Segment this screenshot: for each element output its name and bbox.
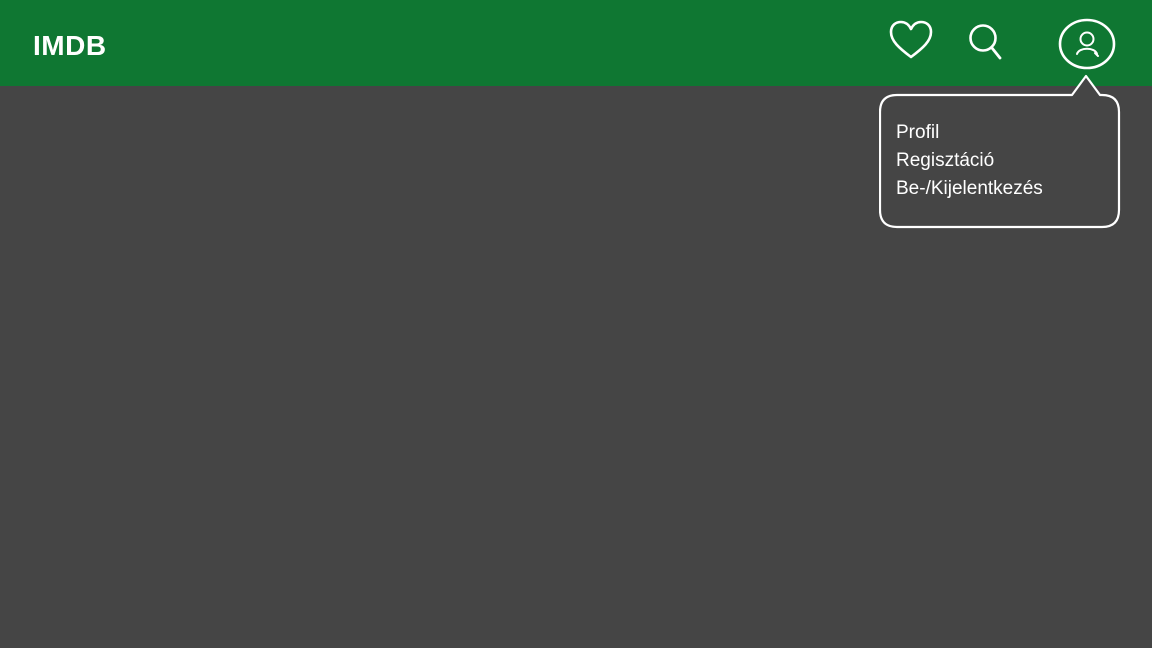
menu-item-login-logout[interactable]: Be-/Kijelentkezés xyxy=(896,175,1043,203)
user-icon xyxy=(1058,18,1116,70)
search-button[interactable] xyxy=(966,21,1006,63)
search-icon xyxy=(969,24,1002,60)
profile-button[interactable] xyxy=(1057,17,1117,71)
menu-item-profile[interactable]: Profil xyxy=(896,119,1043,147)
profile-dropdown: Profil Regisztáció Be-/Kijelentkezés xyxy=(879,74,1121,229)
heart-icon xyxy=(889,20,933,59)
menu-item-register[interactable]: Regisztáció xyxy=(896,147,1043,175)
favorites-button[interactable] xyxy=(887,20,935,62)
page: IMDB Profil Regisztáció Be-/Kijelentkezé… xyxy=(0,0,1152,648)
logo[interactable]: IMDB xyxy=(33,29,107,63)
profile-menu: Profil Regisztáció Be-/Kijelentkezés xyxy=(896,119,1043,203)
